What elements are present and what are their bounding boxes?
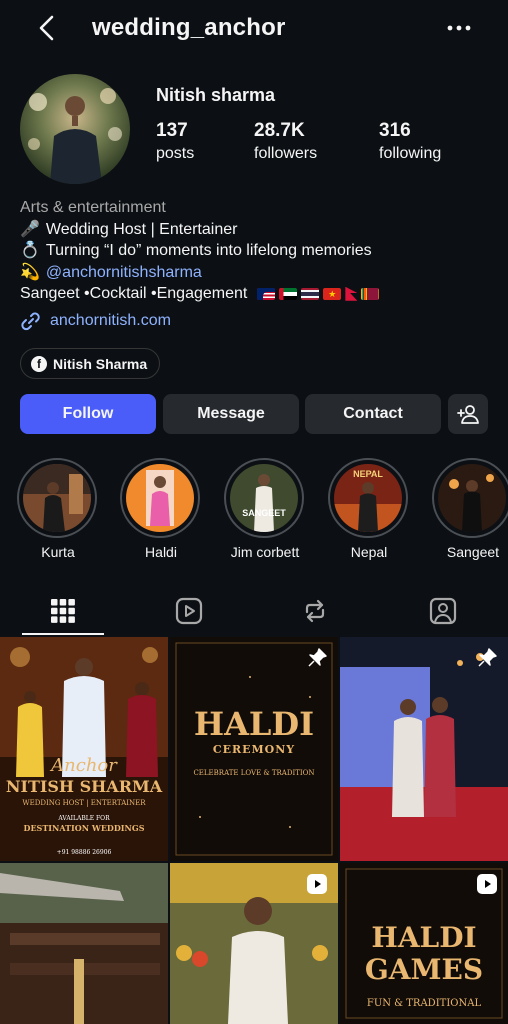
highlight-cover-text: NEPAL: [353, 469, 383, 479]
bio-line: 💍 Turning “I do” moments into lifelong m…: [20, 240, 490, 262]
grid-post[interactable]: Anchor NITISH SHARMA WEDDING HOST | ENTE…: [0, 637, 168, 861]
grid-post[interactable]: HALDI GAMES FUN & TRADITIONAL: [340, 863, 508, 1024]
highlight-jim-corbett[interactable]: SANGEET Jim corbett: [224, 458, 306, 560]
ellipsis-icon[interactable]: [444, 16, 474, 40]
facebook-chip-label: Nitish Sharma: [53, 355, 148, 372]
grid-post[interactable]: [340, 637, 508, 861]
highlight-ring: SANGEET: [224, 458, 304, 538]
post-available: AVAILABLE FOR: [58, 815, 110, 822]
highlight-ring: NEPAL: [328, 458, 408, 538]
highlight-label: Nepal: [350, 544, 388, 560]
reel-icon: [477, 874, 497, 894]
facebook-icon: f: [31, 355, 47, 372]
post-title: HALDI: [371, 921, 477, 954]
pinned-icon: [308, 648, 327, 667]
highlight-label: Haldi: [145, 544, 177, 560]
follow-button[interactable]: Follow: [20, 394, 156, 434]
flags: ★: [253, 286, 380, 301]
highlight-cover: [438, 464, 506, 532]
website-link[interactable]: anchornitish.com: [20, 310, 171, 332]
uae-flag-icon: [279, 287, 298, 300]
bio-line: 💫 @anchornitishsharma: [20, 262, 490, 284]
stat-label: following: [379, 145, 442, 162]
highlight-cover: [23, 464, 91, 532]
mention-link[interactable]: @anchornitishsharma: [46, 262, 202, 284]
profile-tabs: [0, 586, 508, 636]
post-tagline: FUN & TRADITIONAL: [366, 998, 482, 1009]
vietnam-flag-icon: ★: [323, 287, 342, 300]
profile-bio: Arts & entertainment 🎤 Wedding Host | En…: [20, 197, 490, 305]
message-button[interactable]: Message: [163, 394, 299, 434]
bio-text: Wedding Host | Entertainer: [45, 220, 238, 238]
stat-value: 28.7K: [254, 120, 305, 141]
stat-value: 316: [379, 120, 411, 141]
contact-button[interactable]: Contact: [305, 394, 441, 434]
stat-value: 137: [156, 120, 188, 141]
reel-icon: [307, 874, 327, 894]
post-destination: DESTINATION WEDDINGS: [23, 823, 145, 833]
display-name: Nitish sharma: [156, 85, 276, 105]
bio-line: 🎤 Wedding Host | Entertainer: [20, 219, 490, 241]
profile-avatar[interactable]: [20, 74, 130, 184]
post-phone: +91 98886 26906: [56, 849, 112, 856]
website-url: anchornitish.com: [50, 312, 171, 329]
post-anchor-text: Anchor: [51, 755, 117, 776]
post-subtitle: CEREMONY: [212, 743, 296, 756]
highlight-nepal[interactable]: NEPAL Nepal: [328, 458, 410, 560]
grid-post[interactable]: [0, 863, 168, 1024]
ring-icon: 💍: [20, 242, 40, 259]
add-person-icon: [457, 405, 479, 424]
malaysia-flag-icon: [257, 287, 276, 300]
post-title-2: GAMES: [364, 953, 484, 986]
grid-post[interactable]: [170, 863, 338, 1024]
highlight-cover: SANGEET: [230, 464, 298, 532]
reposts-icon[interactable]: [300, 596, 330, 626]
highlight-label: Jim corbett: [230, 544, 300, 560]
highlight-sangeet[interactable]: Sangeet: [432, 458, 508, 560]
sri-lanka-flag-icon: [361, 287, 380, 300]
chevron-left-icon[interactable]: [34, 14, 62, 42]
post-tagline: CELEBRATE LOVE & TRADITION: [193, 769, 315, 777]
tagged-icon[interactable]: [428, 596, 458, 626]
active-tab-indicator: [22, 633, 104, 635]
category-label: Arts & entertainment: [20, 199, 166, 216]
profile-username: wedding_anchor: [92, 14, 286, 41]
stat-following[interactable]: 316 following: [379, 120, 441, 163]
bio-text: Turning “I do” moments into lifelong mem…: [45, 242, 372, 259]
post-subtitle: WEDDING HOST | ENTERTAINER: [22, 799, 146, 807]
highlight-ring: [432, 458, 508, 538]
highlight-label: Sangeet: [446, 544, 500, 560]
highlight-kurta[interactable]: Kurta: [17, 458, 99, 560]
bio-line: Sangeet •Cocktail •Engagement ★: [20, 283, 490, 305]
stat-label: posts: [156, 145, 195, 162]
link-icon: [21, 312, 40, 331]
thailand-flag-icon: [301, 287, 320, 300]
stat-posts[interactable]: 137 posts: [156, 120, 194, 163]
highlight-cover: [126, 464, 194, 532]
stat-followers[interactable]: 28.7K followers: [254, 120, 317, 163]
grid-icon[interactable]: [48, 596, 78, 626]
stat-label: followers: [254, 145, 318, 162]
highlight-ring: [120, 458, 200, 538]
pinned-icon: [478, 648, 497, 667]
top-bar: wedding_anchor: [0, 0, 508, 58]
suggested-users-button[interactable]: [448, 394, 488, 434]
highlight-cover: NEPAL: [334, 464, 402, 532]
grid-post[interactable]: HALDI CEREMONY CELEBRATE LOVE & TRADITIO…: [170, 637, 338, 861]
bio-text: Sangeet •Cocktail •Engagement: [20, 285, 248, 302]
nepal-flag-icon: [345, 286, 358, 301]
post-title: HALDI: [193, 705, 315, 743]
highlight-ring: [17, 458, 97, 538]
facebook-profile-chip[interactable]: f Nitish Sharma: [20, 348, 161, 379]
sparkle-icon: 💫: [20, 263, 40, 281]
reels-icon[interactable]: [174, 596, 204, 626]
microphone-icon: 🎤: [20, 220, 40, 238]
post-title: NITISH SHARMA: [5, 777, 163, 796]
highlight-cover-text: SANGEET: [242, 508, 286, 518]
highlight-haldi[interactable]: Haldi: [120, 458, 202, 560]
highlight-label: Kurta: [41, 544, 75, 560]
